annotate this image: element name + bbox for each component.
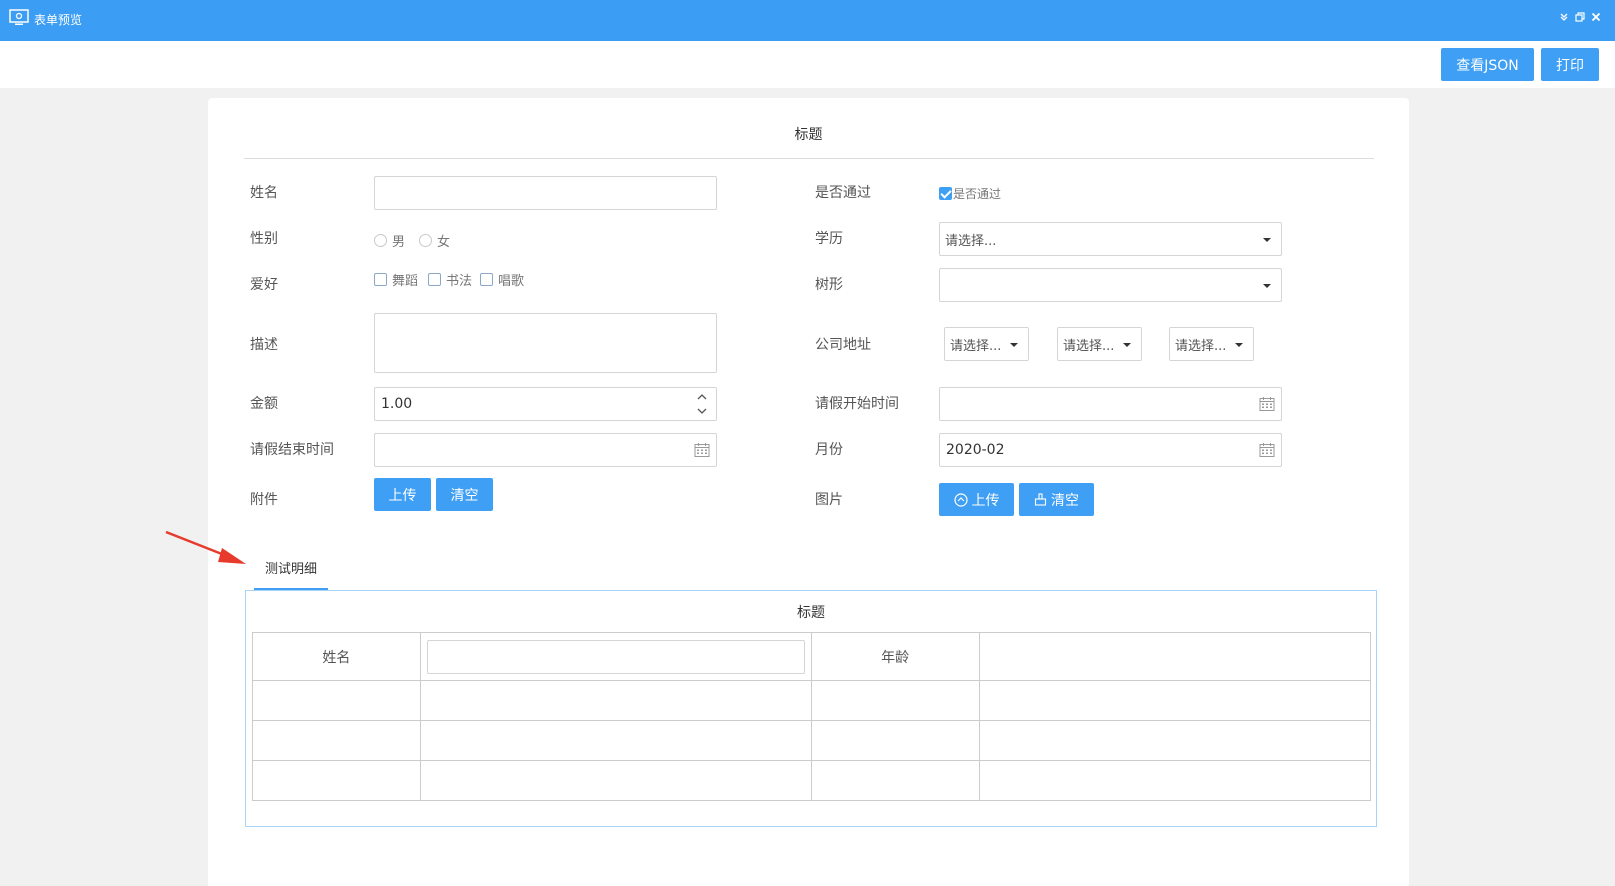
monitor-icon xyxy=(9,9,29,25)
passed-option-label: 是否通过 xyxy=(953,187,1002,201)
tree-label: 树形 xyxy=(815,277,843,293)
province-placeholder: 请选择... xyxy=(950,338,1002,354)
passed-label: 是否通过 xyxy=(815,185,871,201)
gender-label: 性别 xyxy=(250,231,278,247)
caret-down-icon xyxy=(1263,238,1271,242)
image-upload-label: 上传 xyxy=(971,492,1000,509)
leave-start-label: 请假开始时间 xyxy=(815,396,899,412)
eraser-icon xyxy=(1034,493,1047,506)
attachment-clear-button[interactable]: 清空 xyxy=(436,478,493,511)
restore-icon[interactable] xyxy=(1573,10,1587,24)
leave-end-input[interactable] xyxy=(374,433,717,467)
age-cell[interactable] xyxy=(978,632,1372,681)
education-placeholder: 请选择... xyxy=(945,233,997,249)
month-label: 月份 xyxy=(815,442,843,458)
description-textarea[interactable] xyxy=(374,313,717,373)
gender-option-female[interactable]: 女 xyxy=(419,231,450,250)
detail-table: 姓名 年龄 xyxy=(252,632,1372,801)
table-row xyxy=(252,720,1372,761)
month-value: 2020-02 xyxy=(946,442,1005,458)
city-placeholder: 请选择... xyxy=(1063,338,1115,354)
calendar-icon[interactable] xyxy=(1259,442,1275,458)
window-titlebar: 表单预览 xyxy=(0,0,1615,41)
calendar-icon[interactable] xyxy=(1259,396,1275,412)
name-cell xyxy=(419,632,812,681)
caret-down-icon xyxy=(1263,284,1271,288)
district-select[interactable]: 请选择... xyxy=(1169,327,1254,361)
image-clear-button[interactable]: 清空 xyxy=(1019,483,1094,516)
collapse-icon[interactable] xyxy=(1557,10,1571,24)
amount-value: 1.00 xyxy=(381,396,413,412)
city-select[interactable]: 请选择... xyxy=(1057,327,1142,361)
hobby-label: 爱好 xyxy=(250,277,278,293)
title-divider xyxy=(244,158,1374,159)
gender-option-label: 男 xyxy=(392,235,406,250)
detail-panel: 标题 姓名 年龄 xyxy=(245,590,1377,827)
hobby-option-label: 书法 xyxy=(446,274,473,289)
attachment-upload-button[interactable]: 上传 xyxy=(374,478,431,511)
table-row xyxy=(252,680,1372,721)
caret-down-icon xyxy=(1235,343,1243,347)
detail-name-input[interactable] xyxy=(426,639,805,674)
leave-start-input[interactable] xyxy=(939,387,1282,421)
name-input[interactable] xyxy=(374,176,717,210)
image-upload-button[interactable]: 上传 xyxy=(939,483,1014,516)
checkbox-icon xyxy=(480,273,493,286)
education-select[interactable]: 请选择... xyxy=(939,222,1282,256)
calendar-icon[interactable] xyxy=(694,442,710,458)
gender-option-label: 女 xyxy=(437,235,451,250)
checkbox-checked-icon xyxy=(939,187,952,200)
checkbox-icon xyxy=(374,273,387,286)
description-label: 描述 xyxy=(250,337,278,353)
detail-header-row: 姓名 年龄 xyxy=(252,632,1372,681)
checkbox-icon xyxy=(428,273,441,286)
print-button[interactable]: 打印 xyxy=(1541,48,1599,81)
hobby-option-singing[interactable]: 唱歌 xyxy=(480,270,524,289)
gender-option-male[interactable]: 男 xyxy=(374,231,405,250)
table-row xyxy=(252,760,1372,801)
column-name-header: 姓名 xyxy=(252,632,421,681)
hobby-option-label: 舞蹈 xyxy=(392,274,419,289)
hobby-option-calligraphy[interactable]: 书法 xyxy=(428,270,472,289)
image-label: 图片 xyxy=(815,492,843,508)
column-age-header: 年龄 xyxy=(810,632,980,681)
form-title: 标题 xyxy=(794,127,823,143)
attachment-label: 附件 xyxy=(250,492,278,508)
company-address-label: 公司地址 xyxy=(815,337,871,353)
annotation-arrow-icon xyxy=(165,530,246,564)
tree-select[interactable] xyxy=(939,268,1282,302)
education-label: 学历 xyxy=(815,231,843,247)
caret-down-icon xyxy=(1010,343,1018,347)
amount-input[interactable]: 1.00 xyxy=(374,387,717,421)
view-json-button[interactable]: 查看JSON xyxy=(1441,48,1534,81)
passed-checkbox[interactable]: 是否通过 xyxy=(939,185,1001,202)
caret-down-icon xyxy=(1123,343,1131,347)
province-select[interactable]: 请选择... xyxy=(944,327,1029,361)
detail-title: 标题 xyxy=(797,605,825,621)
month-input[interactable]: 2020-02 xyxy=(939,433,1282,467)
district-placeholder: 请选择... xyxy=(1175,338,1227,354)
window-title: 表单预览 xyxy=(34,13,83,27)
amount-label: 金额 xyxy=(250,396,278,412)
top-toolbar: 查看JSON 打印 xyxy=(0,41,1615,88)
leave-end-label: 请假结束时间 xyxy=(250,442,334,458)
upload-circle-icon xyxy=(953,492,968,507)
hobby-option-dance[interactable]: 舞蹈 xyxy=(374,270,418,289)
tab-test-detail[interactable]: 测试明细 xyxy=(254,555,328,590)
radio-icon xyxy=(419,234,432,247)
hobby-option-label: 唱歌 xyxy=(498,274,525,289)
stepper-icon[interactable] xyxy=(696,391,708,417)
radio-icon xyxy=(374,234,387,247)
close-icon[interactable] xyxy=(1589,10,1603,24)
name-label: 姓名 xyxy=(250,185,278,201)
image-clear-label: 清空 xyxy=(1051,492,1079,509)
